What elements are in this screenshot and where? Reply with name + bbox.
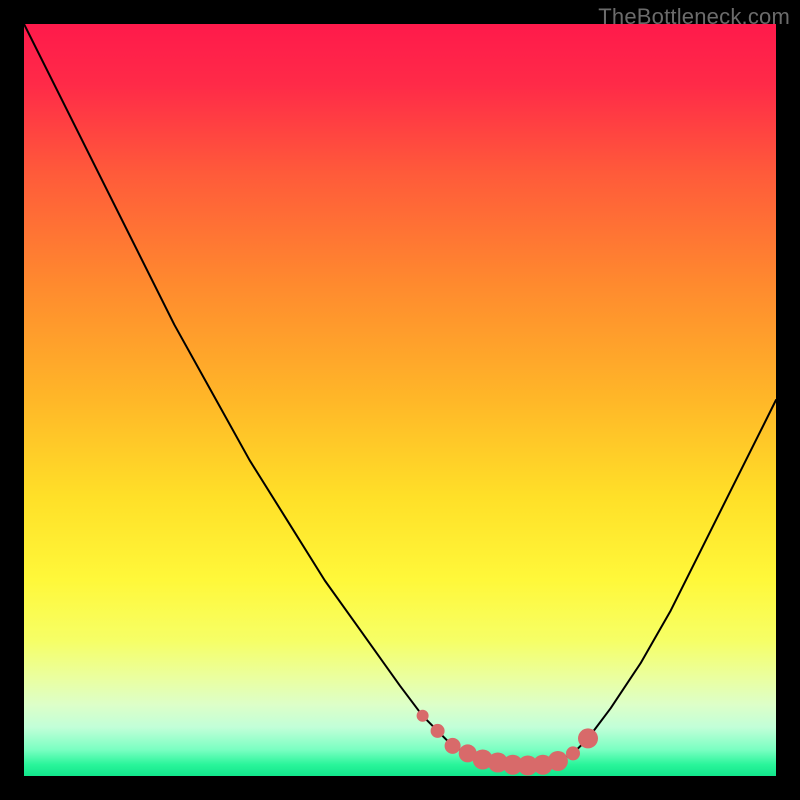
valley-marker (417, 710, 429, 722)
valley-marker (578, 728, 598, 748)
valley-marker (566, 746, 580, 760)
valley-marker (548, 751, 568, 771)
valley-marker (445, 738, 461, 754)
plot-area (24, 24, 776, 776)
valley-marker (431, 724, 445, 738)
gradient-bg (24, 24, 776, 776)
outer-frame: TheBottleneck.com (0, 0, 800, 800)
watermark-text: TheBottleneck.com (598, 4, 790, 30)
chart-svg (24, 24, 776, 776)
